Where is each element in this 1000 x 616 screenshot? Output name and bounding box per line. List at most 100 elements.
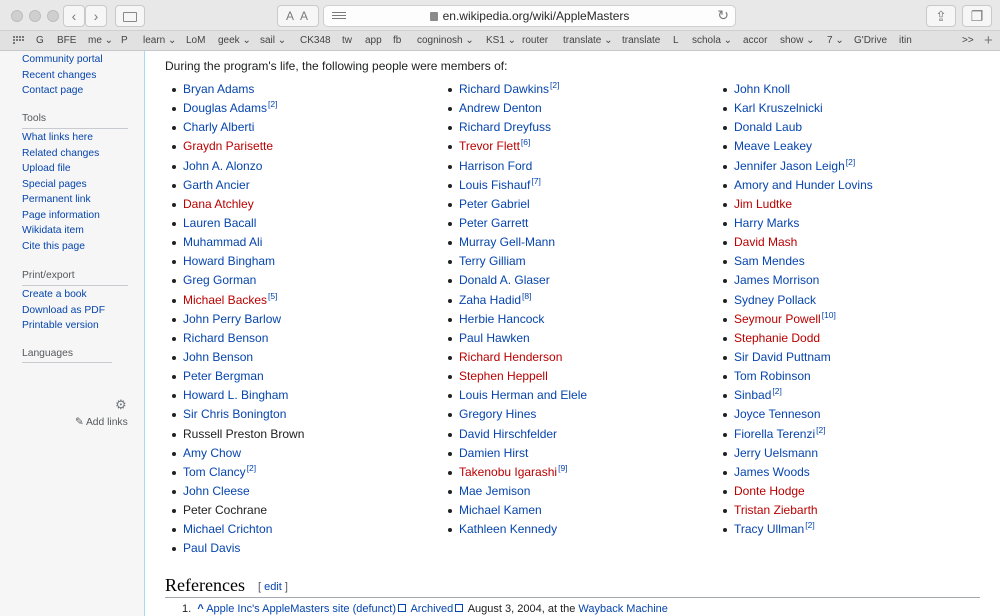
member-link[interactable]: Peter Bergman <box>183 369 264 383</box>
wayback-machine-link[interactable]: Wayback Machine <box>578 603 667 615</box>
member-link[interactable]: Murray Gell-Mann <box>459 235 555 249</box>
favorite-item[interactable]: translate ⌄ <box>563 35 613 46</box>
edit-label[interactable]: edit <box>264 581 282 593</box>
favorite-item[interactable]: BFE <box>57 35 76 46</box>
favorite-item[interactable]: KS1 ⌄ <box>486 35 516 46</box>
member-link[interactable]: John Knoll <box>734 82 790 96</box>
member-link[interactable]: Terry Gilliam <box>459 254 526 268</box>
sidebar-print-link[interactable]: Printable version <box>22 320 99 331</box>
member-link[interactable]: Meave Leakey <box>734 139 812 153</box>
citation-link[interactable]: [8] <box>522 291 531 301</box>
member-link[interactable]: Michael Backes <box>183 293 267 307</box>
citation-link[interactable]: [2] <box>816 425 825 435</box>
member-link[interactable]: Trevor Flett <box>459 139 520 153</box>
member-link[interactable]: Richard Benson <box>183 331 268 345</box>
reference-link[interactable]: Apple Inc's AppleMasters site (defunct) <box>206 603 396 615</box>
member-link[interactable]: Harry Marks <box>734 216 799 230</box>
sidebar-link[interactable]: Community portal <box>22 54 103 65</box>
member-link[interactable]: Damien Hirst <box>459 446 528 460</box>
sidebar-link[interactable]: Recent changes <box>22 70 96 81</box>
sidebar-tools-link[interactable]: Cite this page <box>22 241 85 252</box>
citation-link[interactable]: [6] <box>521 137 530 147</box>
favorite-item[interactable]: P <box>121 35 128 46</box>
member-link[interactable]: Lauren Bacall <box>183 216 256 230</box>
member-link[interactable]: Kathleen Kennedy <box>459 522 557 536</box>
member-link[interactable]: Andrew Denton <box>459 101 542 115</box>
close-window-button[interactable] <box>11 10 23 22</box>
sidebar-tools-link[interactable]: Special pages <box>22 179 87 190</box>
member-link[interactable]: Howard L. Bingham <box>183 388 288 402</box>
favorite-item[interactable]: app <box>365 35 382 46</box>
citation-link[interactable]: [2] <box>550 80 559 90</box>
member-link[interactable]: Stephen Heppell <box>459 369 548 383</box>
favorite-item[interactable]: fb <box>393 35 401 46</box>
sidebar-tools-link[interactable]: Page information <box>22 210 100 221</box>
gear-icon[interactable]: ⚙ <box>115 397 127 413</box>
favorite-item[interactable]: schola ⌄ <box>692 35 732 46</box>
member-link[interactable]: Gregory Hines <box>459 407 536 421</box>
member-link[interactable]: Garth Ancier <box>183 178 250 192</box>
citation-link[interactable]: [9] <box>558 463 567 473</box>
member-link[interactable]: Michael Kamen <box>459 503 542 517</box>
favorite-item[interactable]: translate <box>622 35 660 46</box>
favorite-item[interactable]: sail ⌄ <box>260 35 286 46</box>
favorite-item[interactable]: accor <box>743 35 767 46</box>
member-link[interactable]: Fiorella Terenzi <box>734 427 815 441</box>
member-link[interactable]: Mae Jemison <box>459 484 530 498</box>
favorite-item[interactable]: cogninosh ⌄ <box>417 35 474 46</box>
member-link[interactable]: Joyce Tenneson <box>734 407 821 421</box>
favorite-item[interactable]: geek ⌄ <box>218 35 251 46</box>
member-link[interactable]: Peter Gabriel <box>459 197 530 211</box>
sidebar-print-link[interactable]: Download as PDF <box>22 305 105 316</box>
sidebar-link[interactable]: Contact page <box>22 85 83 96</box>
minimize-window-button[interactable] <box>29 10 41 22</box>
member-link[interactable]: John Perry Barlow <box>183 312 281 326</box>
sidebar-tools-link[interactable]: What links here <box>22 132 93 143</box>
member-link[interactable]: Donald A. Glaser <box>459 273 550 287</box>
add-links-link[interactable]: ✎ Add links <box>75 416 128 428</box>
grid-icon[interactable] <box>13 36 25 46</box>
member-link[interactable]: Charly Alberti <box>183 120 254 134</box>
favorites-overflow-button[interactable]: >> <box>962 35 974 46</box>
new-tab-button[interactable]: + <box>984 32 993 49</box>
favorite-item[interactable]: G'Drive <box>854 35 887 46</box>
member-link[interactable]: Donald Laub <box>734 120 802 134</box>
member-link[interactable]: Peter Garrett <box>459 216 528 230</box>
member-link[interactable]: Harrison Ford <box>459 159 532 173</box>
share-button[interactable]: ⇪ <box>926 5 956 27</box>
member-link[interactable]: Richard Dawkins <box>459 82 549 96</box>
member-link[interactable]: Takenobu Igarashi <box>459 465 557 479</box>
member-link[interactable]: Zaha Hadid <box>459 293 521 307</box>
member-link[interactable]: John A. Alonzo <box>183 159 262 173</box>
member-link[interactable]: Sir David Puttnam <box>734 350 831 364</box>
citation-link[interactable]: [2] <box>247 463 256 473</box>
sidebar-tools-link[interactable]: Permanent link <box>22 194 91 205</box>
citation-link[interactable]: [7] <box>531 176 540 186</box>
member-link[interactable]: Muhammad Ali <box>183 235 262 249</box>
favorite-item[interactable]: show ⌄ <box>780 35 815 46</box>
citation-link[interactable]: [10] <box>822 310 836 320</box>
member-link[interactable]: James Morrison <box>734 273 819 287</box>
member-link[interactable]: Graydn Parisette <box>183 139 273 153</box>
citation-link[interactable]: [2] <box>268 99 277 109</box>
member-link[interactable]: David Hirschfelder <box>459 427 557 441</box>
reload-icon[interactable]: ↻ <box>717 7 729 24</box>
member-link[interactable]: Stephanie Dodd <box>734 331 820 345</box>
zoom-window-button[interactable] <box>47 10 59 22</box>
forward-button[interactable]: › <box>85 5 107 27</box>
member-link[interactable]: Richard Henderson <box>459 350 562 364</box>
member-link[interactable]: Jim Ludtke <box>734 197 792 211</box>
citation-link[interactable]: [2] <box>846 157 855 167</box>
member-link[interactable]: Paul Davis <box>183 541 240 555</box>
favorite-item[interactable]: learn ⌄ <box>143 35 176 46</box>
member-link[interactable]: Amory and Hunder Lovins <box>734 178 873 192</box>
reference-backlink[interactable]: ^ <box>197 603 203 615</box>
member-link[interactable]: Amy Chow <box>183 446 241 460</box>
member-link[interactable]: Sinbad <box>734 388 771 402</box>
favorite-item[interactable]: 7 ⌄ <box>827 35 844 46</box>
address-bar[interactable]: en.wikipedia.org/wiki/AppleMasters ↻ <box>323 5 736 27</box>
favorite-item[interactable]: CK348 <box>300 35 331 46</box>
member-link[interactable]: Sir Chris Bonington <box>183 407 286 421</box>
favorite-item[interactable]: tw <box>342 35 352 46</box>
member-link[interactable]: James Woods <box>734 465 810 479</box>
